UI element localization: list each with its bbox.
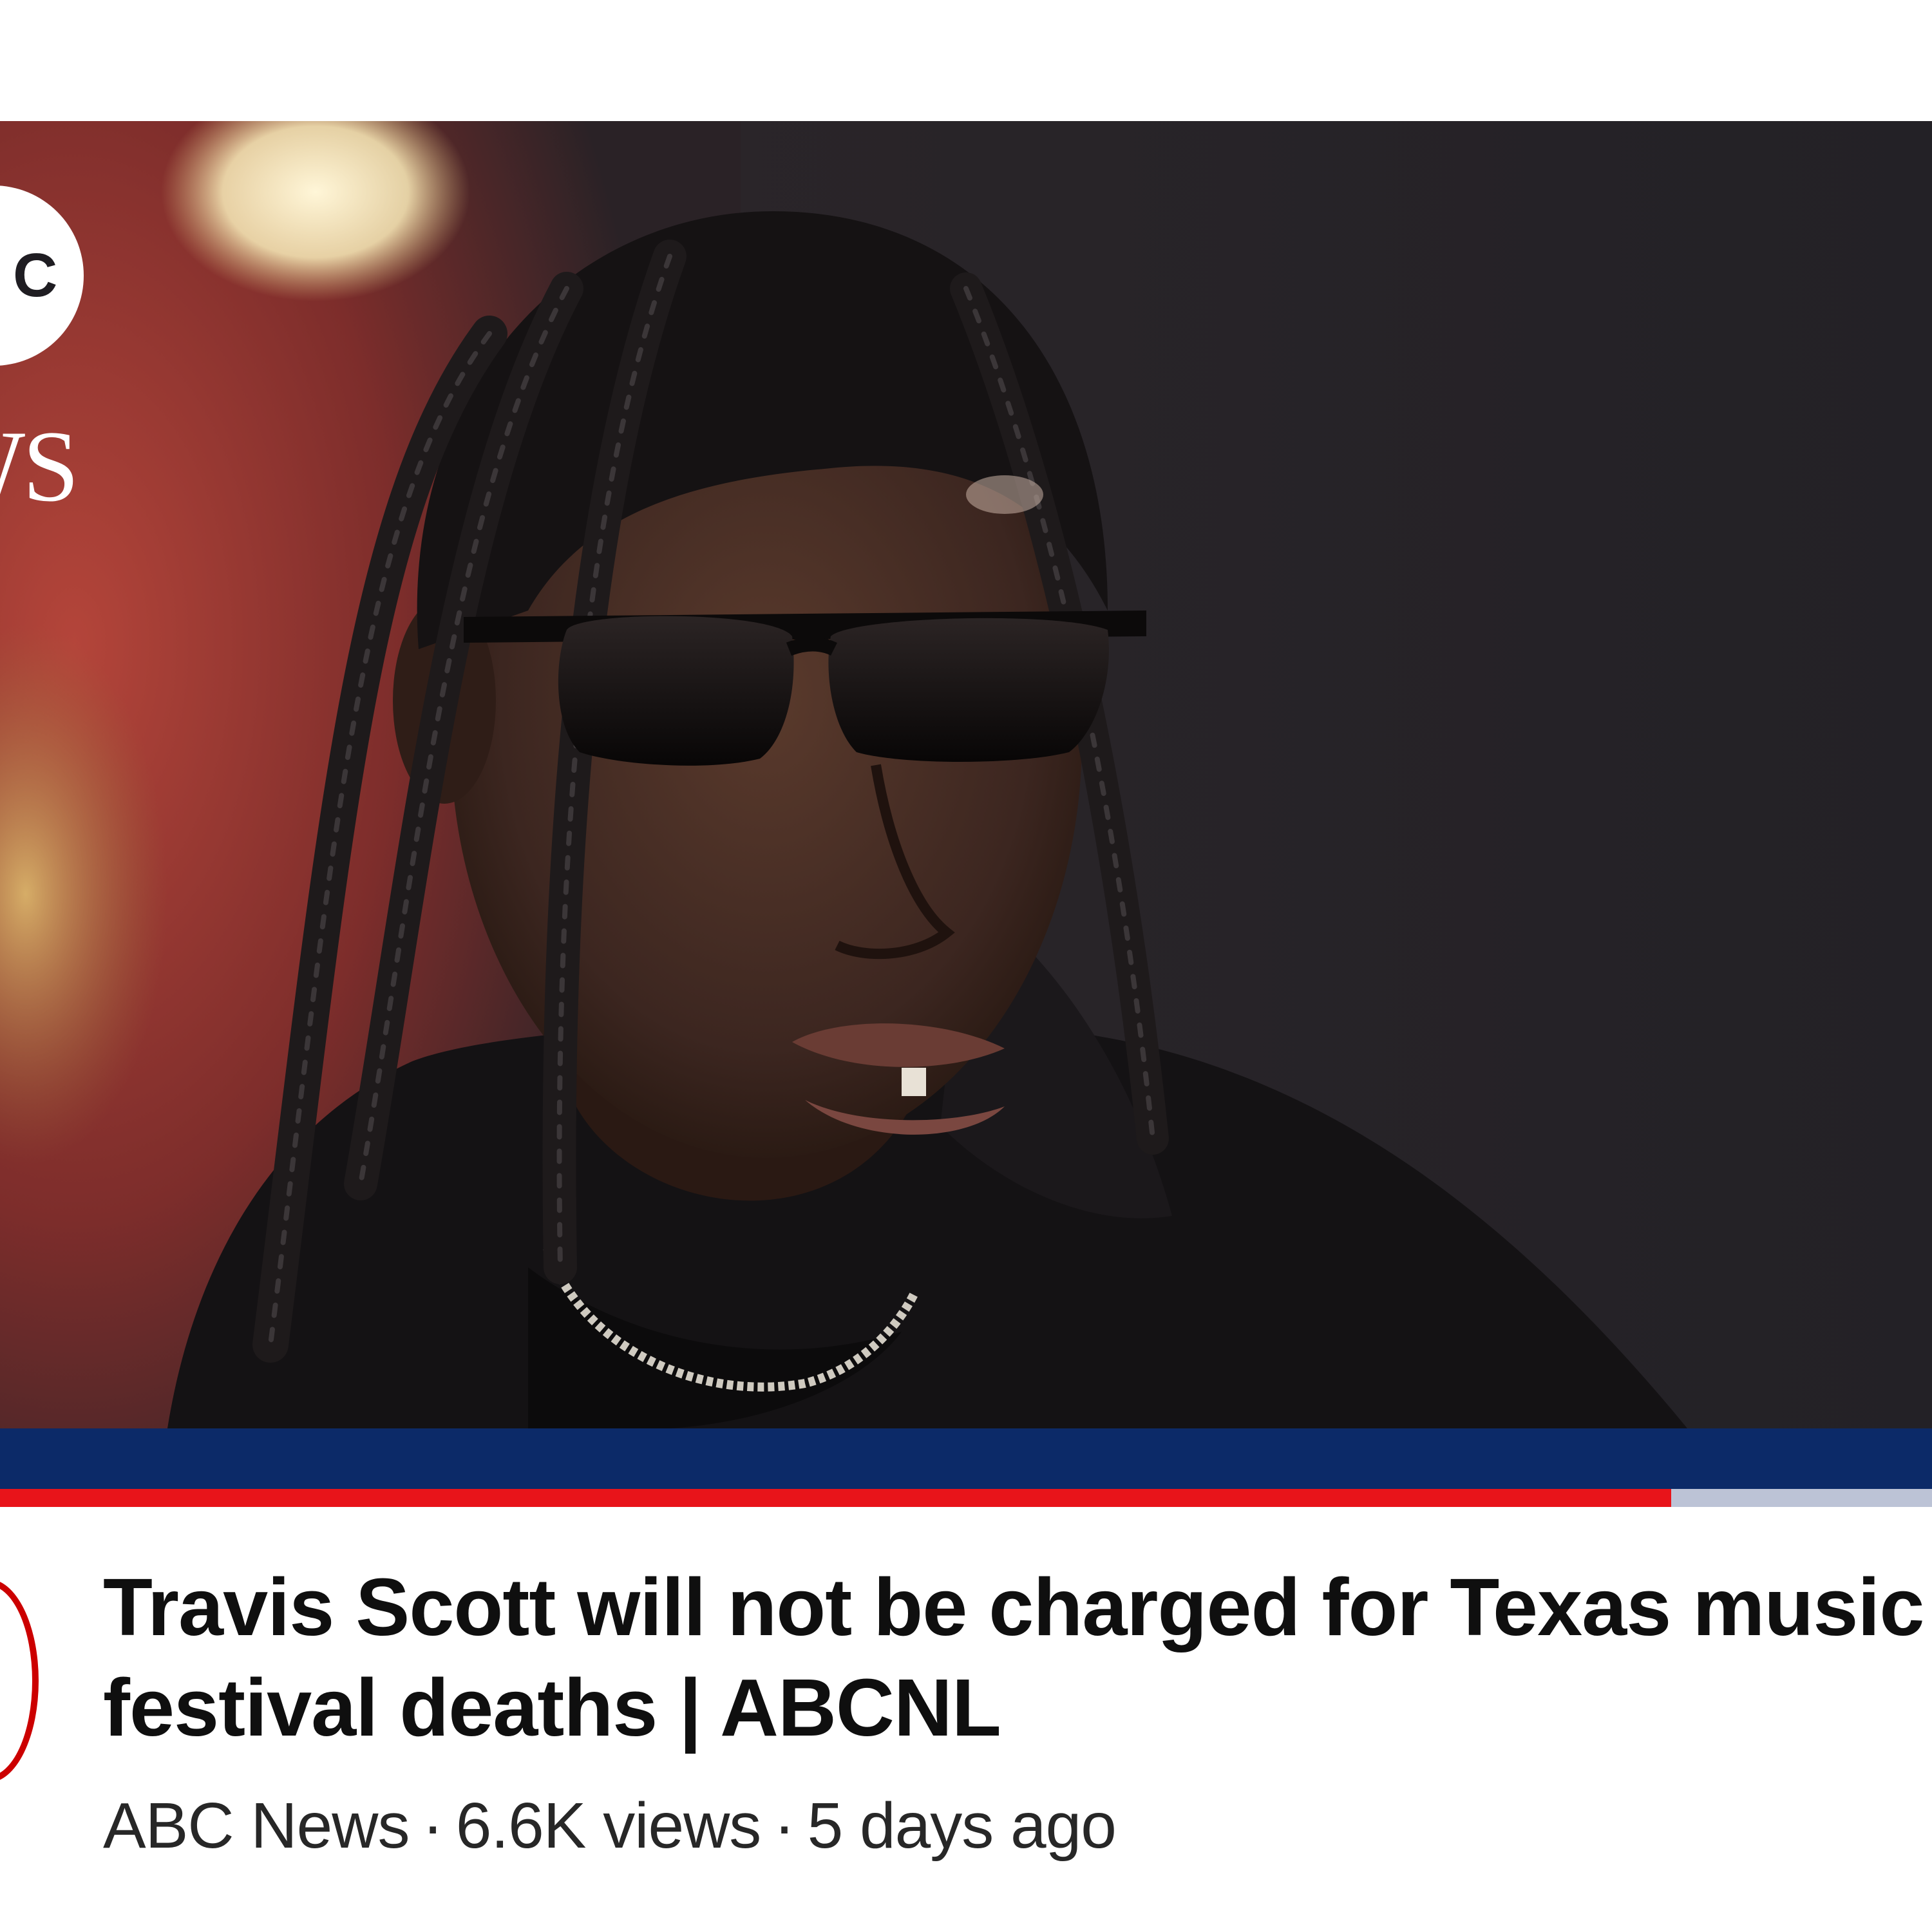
watch-progress-bar (0, 1489, 1932, 1507)
upload-age: 5 days ago (807, 1790, 1117, 1862)
video-metadata: ABC News · 6.6K views · 5 days ago (103, 1784, 1117, 1868)
video-title[interactable]: Travis Scott will not be charged for Tex… (103, 1557, 1926, 1758)
separator: · (773, 1790, 795, 1862)
video-card: C WS Travis Scott will not be charged fo… (0, 0, 1932, 1932)
separator: · (422, 1790, 443, 1862)
watch-progress-fill (0, 1489, 1671, 1507)
abc-news-logo: C WS (0, 185, 97, 636)
thumbnail-image (0, 121, 1932, 1428)
thumbnail-bottom-band (0, 1428, 1932, 1489)
logo-letters: C (13, 241, 57, 310)
channel-avatar[interactable] (0, 1579, 39, 1783)
channel-name[interactable]: ABC News (103, 1790, 410, 1862)
logo-word: WS (0, 410, 79, 523)
video-thumbnail[interactable]: C WS (0, 121, 1932, 1428)
view-count: 6.6K views (455, 1790, 762, 1862)
